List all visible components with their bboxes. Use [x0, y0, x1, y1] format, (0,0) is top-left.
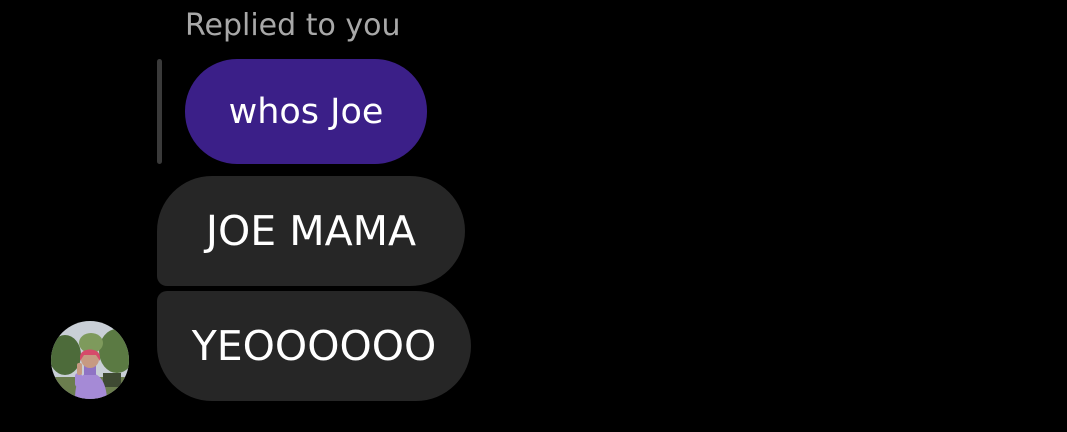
quoted-message-text: whos Joe	[228, 91, 384, 132]
incoming-message-bubble[interactable]: JOE MAMA	[157, 176, 465, 286]
reply-context-label: Replied to you	[185, 8, 401, 43]
avatar[interactable]	[51, 321, 129, 399]
quoted-message-bubble[interactable]: whos Joe	[185, 59, 427, 164]
message-text: YEOOOOOO	[191, 322, 437, 370]
incoming-message-bubble[interactable]: YEOOOOOO	[157, 291, 471, 401]
message-text: JOE MAMA	[205, 207, 417, 255]
reply-indicator-bar	[157, 59, 162, 164]
user-avatar-photo-icon	[51, 321, 129, 399]
